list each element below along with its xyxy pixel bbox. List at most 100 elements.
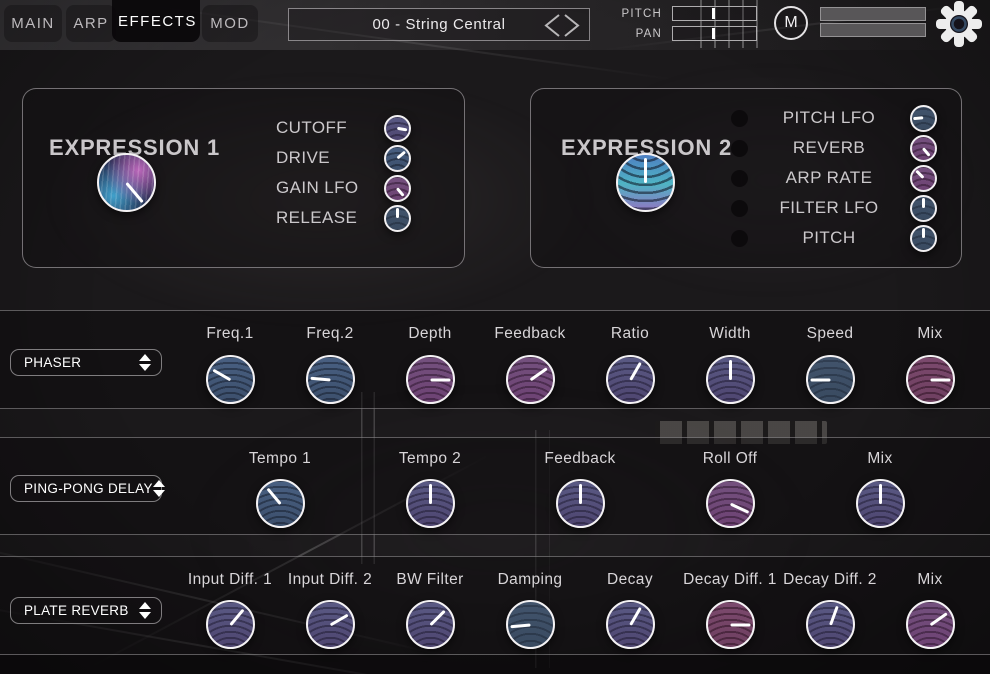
fx-knob-column: Speed (780, 311, 880, 408)
reverb-knobs: Input Diff. 1 Input Diff. 2 BW Filter (180, 557, 980, 654)
knob-pointer (212, 368, 231, 381)
knob-pointer (922, 228, 925, 238)
fx-knob-label: Decay Diff. 2 (783, 571, 877, 589)
param-knob[interactable] (384, 145, 411, 172)
fx-knob[interactable] (306, 355, 355, 404)
param-label: RELEASE (276, 208, 357, 228)
fx-knob-column: Tempo 2 (355, 438, 505, 534)
tab[interactable]: MAIN (4, 5, 62, 42)
expression-1-main-knob[interactable] (97, 153, 156, 212)
knob-pointer (923, 147, 931, 156)
fx-knob-label: Width (709, 325, 751, 343)
fx-knob-label: Tempo 2 (399, 450, 461, 468)
param-row: DRIVE (276, 144, 411, 172)
param-label: GAIN LFO (276, 178, 359, 198)
fx-knob[interactable] (506, 355, 555, 404)
fx-knob-column: Tempo 1 (205, 438, 355, 534)
param-knob[interactable] (910, 135, 937, 162)
effect-slot-2-selector[interactable]: PING-PONG DELAY (10, 475, 162, 502)
knob-pointer (310, 376, 330, 381)
preset-selector[interactable]: 00 - String Central (288, 8, 590, 41)
knob-pointer (579, 484, 582, 504)
param-knob[interactable] (910, 225, 937, 252)
fx-knob-column: Decay Diff. 2 (780, 557, 880, 654)
param-knob[interactable] (910, 165, 937, 192)
fx-knob[interactable] (406, 600, 455, 649)
mute-button[interactable]: M (774, 6, 808, 40)
param-bullet (731, 230, 748, 247)
fx-knob[interactable] (556, 479, 605, 528)
expression-2-panel: EXPRESSION 2 PITCH LFO REVERB (530, 88, 962, 268)
knob-pointer (829, 605, 839, 625)
delay-section: PING-PONG DELAY Tempo 1 Tempo 2 Feedback (0, 437, 990, 535)
expression-1-panel: EXPRESSION 1 CUTOFF DRIVE GAIN LFO (22, 88, 465, 268)
fx-knob-column: BW Filter (380, 557, 480, 654)
tab[interactable]: ARP (66, 5, 116, 42)
param-knob[interactable] (384, 115, 411, 142)
param-knob[interactable] (910, 195, 937, 222)
fx-knob[interactable] (306, 600, 355, 649)
fx-knob[interactable] (206, 600, 255, 649)
fx-knob-column: Freq.1 (180, 311, 280, 408)
fx-knob-column: Mix (805, 438, 955, 534)
preset-prev-next-icon[interactable] (541, 12, 583, 39)
param-row: ARP RATE (731, 165, 937, 191)
meter-bar-left (820, 7, 926, 21)
fx-knob-label: Damping (498, 571, 563, 589)
param-knob[interactable] (384, 175, 411, 202)
fx-knob[interactable] (706, 479, 755, 528)
knob-pointer (397, 151, 406, 159)
fx-knob[interactable] (906, 355, 955, 404)
fx-knob-column: Freq.2 (280, 311, 380, 408)
param-label: FILTER LFO (748, 198, 910, 218)
fx-knob[interactable] (206, 355, 255, 404)
fx-knob[interactable] (856, 479, 905, 528)
pitch-slider[interactable] (672, 6, 757, 21)
tab[interactable]: MOD (202, 5, 258, 42)
tab[interactable]: EFFECTS (112, 0, 200, 42)
param-label: REVERB (748, 138, 910, 158)
effect-slot-1-selector[interactable]: PHASER (10, 349, 162, 376)
pan-label: PAN (608, 28, 662, 40)
fx-knob[interactable] (256, 479, 305, 528)
fx-knob[interactable] (906, 600, 955, 649)
fx-knob-column: Feedback (480, 311, 580, 408)
pan-slider-handle[interactable] (712, 28, 715, 39)
output-meter (820, 7, 926, 39)
knob-pointer (629, 361, 642, 380)
fx-knob[interactable] (606, 355, 655, 404)
param-bullet (731, 170, 748, 187)
fx-knob-column: Ratio (580, 311, 680, 408)
param-row: CUTOFF (276, 114, 411, 142)
param-label: PITCH LFO (748, 108, 910, 128)
expression-2-params: PITCH LFO REVERB ARP RATE (731, 105, 937, 251)
fx-knob-label: Input Diff. 1 (188, 571, 272, 589)
fx-knob-column: Width (680, 311, 780, 408)
fx-knob[interactable] (806, 355, 855, 404)
fx-knob[interactable] (606, 600, 655, 649)
effect-slot-3-selector[interactable]: PLATE REVERB (10, 597, 162, 624)
fx-knob[interactable] (506, 600, 555, 649)
param-row: REVERB (731, 135, 937, 161)
fx-knob[interactable] (406, 355, 455, 404)
phaser-knobs: Freq.1 Freq.2 Depth Feedback (180, 311, 980, 408)
param-row: GAIN LFO (276, 174, 411, 202)
fx-knob-column: Feedback (505, 438, 655, 534)
expression-1-params: CUTOFF DRIVE GAIN LFO RELEASE (276, 114, 411, 232)
pitch-label: PITCH (608, 8, 662, 20)
pitch-slider-handle[interactable] (712, 8, 715, 19)
fx-knob[interactable] (706, 355, 755, 404)
expression-2-main-knob[interactable] (616, 153, 675, 212)
fx-knob-column: Decay (580, 557, 680, 654)
param-knob[interactable] (384, 205, 411, 232)
fx-knob[interactable] (406, 479, 455, 528)
settings-button[interactable] (935, 0, 983, 48)
param-knob[interactable] (910, 105, 937, 132)
fx-knob[interactable] (806, 600, 855, 649)
knob-pointer (916, 170, 925, 179)
knob-pointer (529, 367, 547, 381)
fx-knob-label: Freq.1 (206, 325, 253, 343)
fx-knob-label: Input Diff. 2 (288, 571, 372, 589)
pan-slider[interactable] (672, 26, 757, 41)
fx-knob[interactable] (706, 600, 755, 649)
